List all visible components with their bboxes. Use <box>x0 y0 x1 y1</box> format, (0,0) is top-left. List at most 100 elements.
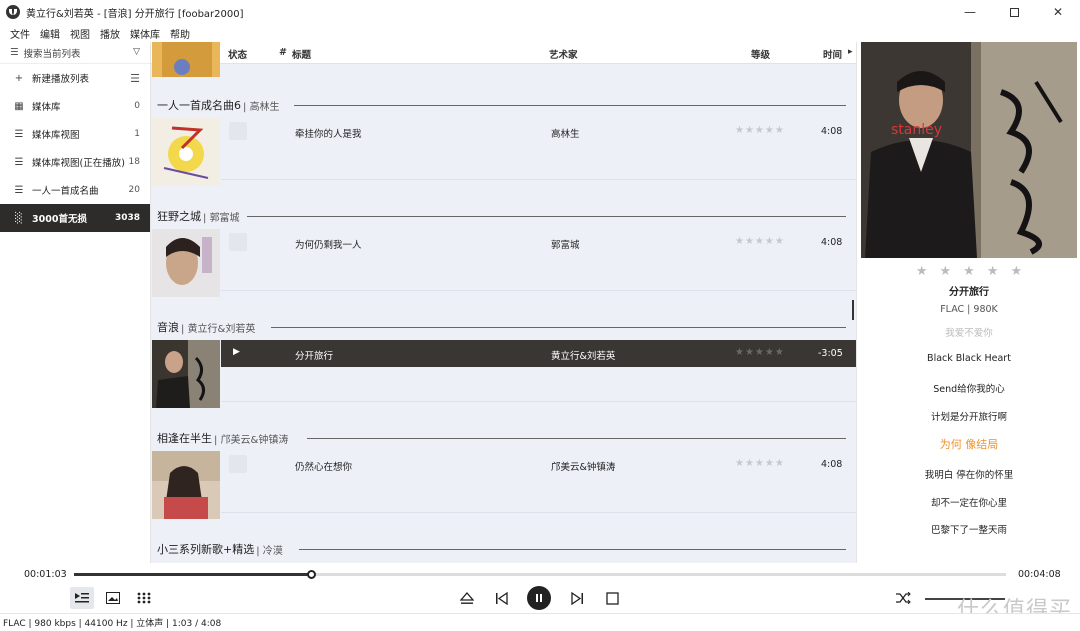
playlist-view-icon[interactable] <box>70 587 94 609</box>
sidebar-item-label: 媒体库视图(正在播放) <box>32 158 125 169</box>
row-divider <box>221 290 856 291</box>
album-artist-name: 郭富城 <box>209 212 240 224</box>
album-heading: 一人一首成名曲6 | 高林生 <box>157 96 280 114</box>
sidebar-item-hits[interactable]: ☰ 一人一首成名曲 20 <box>0 176 150 204</box>
track-artist: 高林生 <box>551 129 580 140</box>
now-playing-title: 分开旅行 <box>949 287 989 298</box>
menu-view[interactable]: 视图 <box>70 26 90 41</box>
total-time: 00:04:08 <box>1018 569 1061 580</box>
lyric-line-current: 为何 像结局 <box>939 438 999 451</box>
album-artist: | 邝美云&钟镇涛 <box>214 434 289 446</box>
list-icon: ☰ <box>14 128 24 140</box>
seek-handle[interactable] <box>306 570 316 579</box>
album-heading: 狂野之城 | 郭富城 <box>157 207 240 225</box>
search-current-list[interactable]: ☰ 搜索当前列表 ▽ <box>0 42 150 64</box>
col-rating[interactable]: 等级 <box>751 47 770 61</box>
column-header: 封面 状态 # 标题 艺术家 等级 时间 ▸ <box>151 42 856 64</box>
track-title: 分开旅行 <box>295 351 334 362</box>
sidebar-item-label: 媒体库 <box>32 102 61 113</box>
stop-icon[interactable] <box>600 587 624 609</box>
album-artist-name: 冷漠 <box>262 545 283 557</box>
playlist-sidebar: ☰ 搜索当前列表 ▽ + 新建播放列表 ☰ ▦ 媒体库 0 ☰ 媒体库视图 1 … <box>0 42 151 563</box>
album-cover <box>152 340 220 408</box>
eject-icon[interactable] <box>455 587 479 609</box>
sidebar-item-library-view-playing[interactable]: ☰ 媒体库视图(正在播放) 18 <box>0 148 150 176</box>
status-text: FLAC | 980 kbps | 44100 Hz | 立体声 | 1:03 … <box>3 619 222 629</box>
track-title: 牵挂你的人是我 <box>295 129 362 140</box>
item-count: 20 <box>128 185 140 195</box>
now-playing-format: FLAC | 980K <box>940 304 998 315</box>
album-cover <box>152 118 220 186</box>
col-number[interactable]: # <box>279 47 287 58</box>
next-track-icon[interactable] <box>565 587 589 609</box>
album-art-view-icon[interactable] <box>101 587 125 609</box>
col-artist[interactable]: 艺术家 <box>549 47 578 61</box>
menu-bar: 文件 编辑 视图 播放 媒体库 帮助 <box>0 24 860 42</box>
group-divider <box>247 216 846 217</box>
track-row[interactable]: 牵挂你的人是我 高林生 ★★★★★ 4:08 <box>221 118 856 145</box>
album-title: 一人一首成名曲6 <box>157 99 241 112</box>
sidebar-item-library[interactable]: ▦ 媒体库 0 <box>0 92 150 120</box>
menu-file[interactable]: 文件 <box>10 26 30 41</box>
status-cell <box>229 233 247 251</box>
sidebar-item-lossless[interactable]: ░ 3000首无损 3038 <box>0 204 150 232</box>
lyric-line: 巴黎下了一整天雨 <box>930 525 1007 536</box>
shuffle-icon[interactable] <box>891 587 915 609</box>
sidebar-item-new-playlist[interactable]: + 新建播放列表 ☰ <box>0 64 150 92</box>
playlist-body: 一人一首成名曲6 | 高林生 牵挂你的人是我 高林生 ★★★★★ 4:08 狂野之… <box>151 42 856 563</box>
track-artist: 郭富城 <box>551 240 580 251</box>
rating-stars-icon[interactable]: ★★★★★ <box>857 264 1080 279</box>
lyric-line: 却不一定在你心里 <box>930 498 1007 509</box>
menu-playback[interactable]: 播放 <box>100 26 120 41</box>
item-count: 18 <box>128 157 140 167</box>
sidebar-item-label: 3000首无损 <box>32 214 87 225</box>
lyric-line: 我爱不爱你 <box>945 328 993 339</box>
album-title: 音浪 <box>157 321 179 334</box>
chevron-down-icon[interactable]: ▽ <box>133 47 140 57</box>
track-time: 4:08 <box>821 459 843 470</box>
col-title[interactable]: 标题 <box>292 47 311 61</box>
rating-stars-icon[interactable]: ★★★★★ <box>735 347 785 358</box>
album-title: 狂野之城 <box>157 210 201 223</box>
item-count: 1 <box>134 129 140 139</box>
rating-stars-icon[interactable]: ★★★★★ <box>735 458 785 469</box>
track-row[interactable]: 仍然心在想你 邝美云&钟镇涛 ★★★★★ 4:08 <box>221 451 856 478</box>
track-artist: 黄立行&刘若英 <box>551 351 616 362</box>
minimize-icon[interactable]: — <box>948 0 992 24</box>
menu-icon[interactable]: ☰ <box>130 72 140 85</box>
track-row-playing[interactable]: ▶ 分开旅行 黄立行&刘若英 ★★★★★ -3:05 <box>221 340 856 367</box>
track-row[interactable]: 为何仍剩我一人 郭富城 ★★★★★ 4:08 <box>221 229 856 256</box>
grid-view-icon[interactable] <box>132 587 156 609</box>
menu-edit[interactable]: 编辑 <box>40 26 60 41</box>
col-time[interactable]: 时间 <box>823 47 842 61</box>
group-divider <box>307 438 846 439</box>
rating-stars-icon[interactable]: ★★★★★ <box>735 236 785 247</box>
sidebar-item-library-view[interactable]: ☰ 媒体库视图 1 <box>0 120 150 148</box>
bars-icon: ░ <box>15 212 23 224</box>
close-icon[interactable]: ✕ <box>1036 0 1080 24</box>
album-title: 小三系列新歌+精选 <box>157 543 255 556</box>
track-time: -3:05 <box>818 348 843 359</box>
status-bar: FLAC | 980 kbps | 44100 Hz | 立体声 | 1:03 … <box>0 613 1080 631</box>
cover-text: stanley <box>891 122 942 138</box>
plus-icon: + <box>14 72 24 84</box>
scrollbar-thumb[interactable] <box>852 300 854 320</box>
chevron-right-icon[interactable]: ▸ <box>848 47 853 57</box>
pause-button[interactable] <box>527 586 551 610</box>
menu-library[interactable]: 媒体库 <box>130 26 160 41</box>
maximize-icon[interactable] <box>992 0 1036 24</box>
window-controls: — ✕ <box>948 0 1080 24</box>
item-count: 0 <box>134 101 140 111</box>
previous-track-icon[interactable] <box>490 587 514 609</box>
menu-help[interactable]: 帮助 <box>170 26 190 41</box>
lyric-line: Black Black Heart <box>927 353 1011 364</box>
seek-slider[interactable] <box>74 570 1006 579</box>
sidebar-item-label: 媒体库视图 <box>32 130 80 141</box>
list-filter-icon: ☰ <box>10 47 19 58</box>
col-status[interactable]: 状态 <box>228 47 247 61</box>
rating-stars-icon[interactable]: ★★★★★ <box>735 125 785 136</box>
sidebar-item-label: 一人一首成名曲 <box>32 186 99 197</box>
track-title: 为何仍剩我一人 <box>295 240 362 251</box>
seek-progress <box>74 573 311 576</box>
track-title: 仍然心在想你 <box>295 462 353 473</box>
